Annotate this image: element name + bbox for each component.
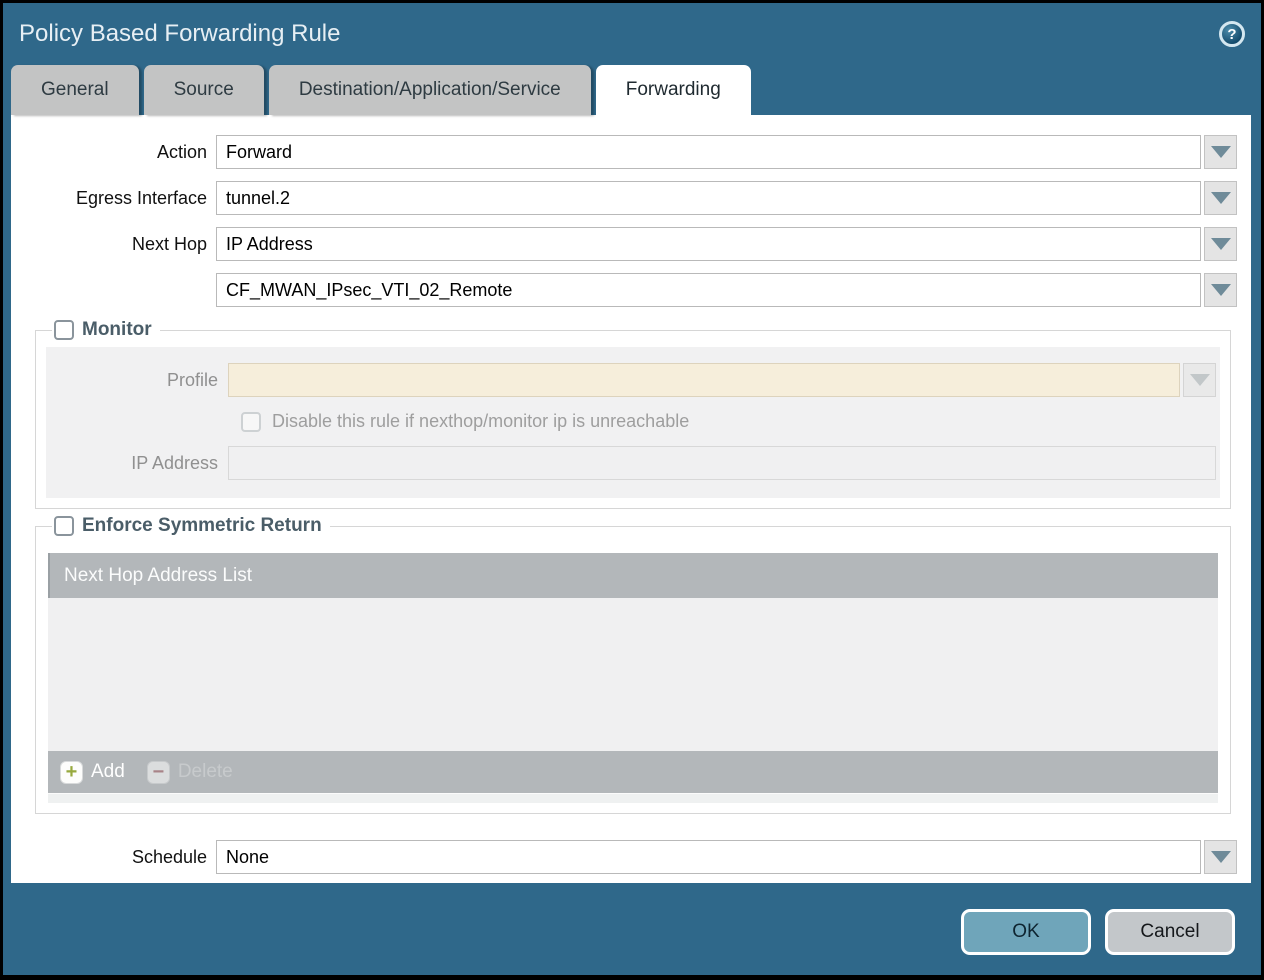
egress-interface-select[interactable]: tunnel.2 — [216, 181, 1201, 215]
monitor-group: Monitor Profile Disable this rule if nex… — [35, 319, 1231, 509]
next-hop-address-list-body — [48, 598, 1218, 751]
egress-interface-row: Egress Interface tunnel.2 — [11, 181, 1251, 215]
action-row: Action Forward — [11, 135, 1251, 169]
dialog-title: Policy Based Forwarding Rule — [19, 20, 340, 48]
tab-destination-application-service[interactable]: Destination/Application/Service — [269, 65, 591, 115]
tab-general[interactable]: General — [11, 65, 139, 115]
next-hop-address-dropdown-button[interactable] — [1204, 273, 1237, 307]
add-button[interactable]: + Add — [60, 761, 125, 784]
forwarding-tab-panel: Action Forward Egress Interface tunnel.2… — [11, 115, 1251, 883]
schedule-row: Schedule None — [11, 840, 1251, 874]
next-hop-label: Next Hop — [11, 234, 216, 255]
action-label: Action — [11, 142, 216, 163]
chevron-down-icon — [1211, 192, 1231, 204]
cancel-button[interactable]: Cancel — [1105, 909, 1235, 955]
disable-rule-check-wrap: Disable this rule if nexthop/monitor ip … — [241, 411, 689, 432]
tab-source[interactable]: Source — [144, 65, 264, 115]
next-hop-address-row: CF_MWAN_IPsec_VTI_02_Remote — [11, 273, 1251, 307]
schedule-label: Schedule — [11, 847, 216, 868]
ok-button[interactable]: OK — [961, 909, 1091, 955]
profile-row: Profile — [46, 363, 1220, 397]
monitor-checkbox[interactable] — [54, 320, 74, 340]
add-icon: + — [60, 761, 83, 784]
chevron-down-icon — [1211, 146, 1231, 158]
help-icon[interactable]: ? — [1219, 21, 1245, 47]
next-hop-dropdown-button[interactable] — [1204, 227, 1237, 261]
schedule-dropdown-button[interactable] — [1204, 840, 1237, 874]
enforce-symmetric-return-group: Enforce Symmetric Return Next Hop Addres… — [35, 515, 1231, 814]
monitor-ip-address-label: IP Address — [46, 453, 228, 474]
dialog-footer: OK Cancel — [3, 883, 1261, 955]
table-bottom-strip — [48, 793, 1218, 803]
delete-icon: − — [147, 761, 170, 784]
profile-select — [228, 363, 1180, 397]
enforce-symmetric-return-legend: Enforce Symmetric Return — [52, 515, 330, 537]
chevron-down-icon — [1211, 238, 1231, 250]
monitor-legend: Monitor — [52, 319, 160, 341]
egress-interface-label: Egress Interface — [11, 188, 216, 209]
action-dropdown-button[interactable] — [1204, 135, 1237, 169]
next-hop-address-list-table: Next Hop Address List + Add − Delete — [48, 553, 1218, 803]
disable-rule-checkbox — [241, 412, 261, 432]
add-button-label: Add — [91, 761, 125, 783]
action-select[interactable]: Forward — [216, 135, 1201, 169]
schedule-select[interactable]: None — [216, 840, 1201, 874]
next-hop-address-list-header: Next Hop Address List — [48, 553, 1218, 598]
chevron-down-icon — [1211, 284, 1231, 296]
monitor-panel: Profile Disable this rule if nexthop/mon… — [46, 347, 1220, 498]
tab-bar: General Source Destination/Application/S… — [3, 65, 1261, 115]
profile-dropdown-button — [1183, 363, 1216, 397]
delete-button: − Delete — [147, 761, 233, 784]
chevron-down-icon — [1190, 374, 1210, 386]
next-hop-row: Next Hop IP Address — [11, 227, 1251, 261]
monitor-ip-address-row: IP Address — [46, 446, 1220, 480]
enforce-symmetric-return-checkbox[interactable] — [54, 516, 74, 536]
tab-forwarding[interactable]: Forwarding — [596, 65, 751, 115]
next-hop-address-select[interactable]: CF_MWAN_IPsec_VTI_02_Remote — [216, 273, 1201, 307]
delete-button-label: Delete — [178, 761, 233, 783]
disable-rule-label: Disable this rule if nexthop/monitor ip … — [272, 411, 689, 432]
disable-rule-row: Disable this rule if nexthop/monitor ip … — [46, 411, 1220, 432]
next-hop-select[interactable]: IP Address — [216, 227, 1201, 261]
monitor-ip-address-input — [228, 446, 1216, 480]
next-hop-address-list-toolbar: + Add − Delete — [48, 751, 1218, 793]
monitor-label: Monitor — [82, 319, 152, 341]
policy-based-forwarding-rule-dialog: Policy Based Forwarding Rule ? General S… — [0, 0, 1264, 980]
chevron-down-icon — [1211, 851, 1231, 863]
dialog-titlebar: Policy Based Forwarding Rule ? — [3, 3, 1261, 65]
enforce-symmetric-return-label: Enforce Symmetric Return — [82, 515, 322, 537]
profile-label: Profile — [46, 370, 228, 391]
egress-interface-dropdown-button[interactable] — [1204, 181, 1237, 215]
